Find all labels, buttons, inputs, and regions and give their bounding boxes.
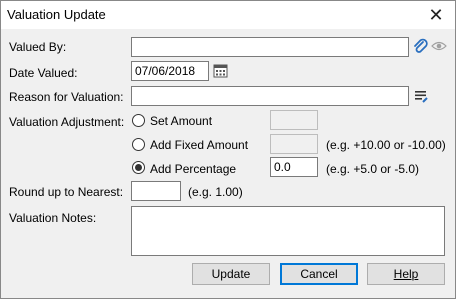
set-amount-input[interactable]: [270, 110, 318, 130]
help-button-label: Help: [393, 267, 419, 281]
add-percentage-hint: (e.g. +5.0 or -5.0): [326, 162, 420, 176]
date-valued-label: Date Valued:: [9, 66, 78, 80]
add-fixed-amount-input[interactable]: [270, 134, 318, 154]
set-amount-radio[interactable]: [132, 114, 145, 127]
cancel-button[interactable]: Cancel: [280, 263, 358, 285]
round-up-input[interactable]: [131, 181, 181, 201]
set-amount-label: Set Amount: [150, 114, 213, 128]
reason-input[interactable]: [131, 86, 409, 106]
add-fixed-amount-radio[interactable]: [132, 138, 145, 151]
add-fixed-amount-hint: (e.g. +10.00 or -10.00): [326, 138, 446, 152]
update-button[interactable]: Update: [192, 263, 270, 285]
valued-by-label: Valued By:: [9, 40, 67, 54]
valuation-notes-label: Valuation Notes:: [9, 211, 97, 225]
valuation-notes-textarea[interactable]: [131, 206, 445, 256]
round-up-label: Round up to Nearest:: [9, 185, 124, 199]
title-bar: Valuation Update ✕: [1, 1, 455, 29]
round-up-hint: (e.g. 1.00): [188, 185, 243, 199]
add-fixed-amount-label: Add Fixed Amount: [150, 138, 249, 152]
calendar-icon[interactable]: [213, 63, 228, 78]
valuation-adjustment-label: Valuation Adjustment:: [9, 115, 125, 129]
help-button[interactable]: Help: [367, 263, 445, 285]
valued-by-input[interactable]: [131, 37, 409, 57]
eye-icon[interactable]: [431, 39, 447, 53]
add-percentage-label: Add Percentage: [150, 162, 237, 176]
reason-label: Reason for Valuation:: [9, 90, 124, 104]
edit-list-icon[interactable]: [414, 89, 428, 103]
date-valued-input[interactable]: [131, 61, 209, 81]
paperclip-icon[interactable]: [412, 37, 428, 55]
close-icon[interactable]: ✕: [427, 6, 445, 24]
dialog-title: Valuation Update: [7, 7, 106, 22]
add-percentage-radio[interactable]: [132, 161, 145, 174]
valuation-update-dialog: Valuation Update ✕ Valued By: Date Value…: [0, 0, 456, 299]
add-percentage-input[interactable]: [270, 157, 318, 177]
